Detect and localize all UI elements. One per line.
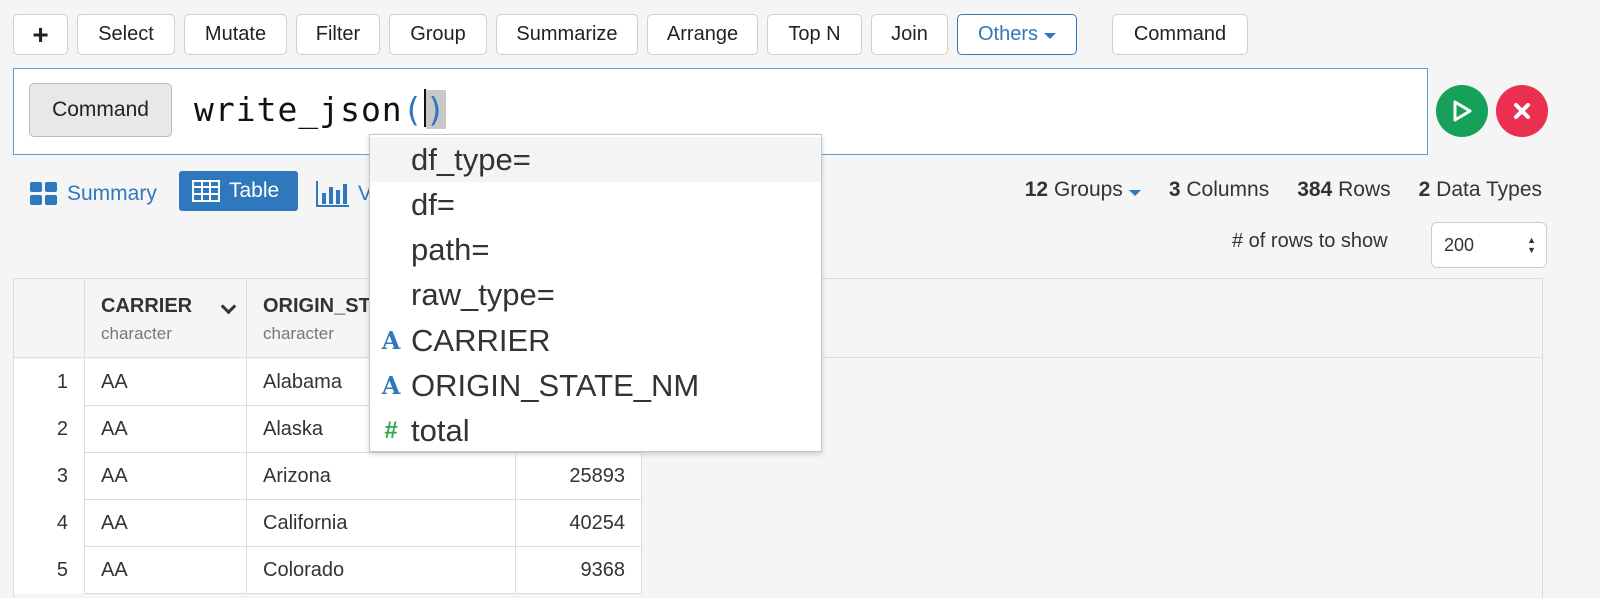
columns-label: Columns: [1186, 178, 1270, 201]
bar-chart-icon: [316, 181, 349, 207]
suggestion-label: total: [411, 412, 470, 448]
others-label: Others: [977, 23, 1039, 45]
table-icon: [192, 180, 220, 202]
suggestion-label: CARRIER: [411, 322, 551, 358]
group-button[interactable]: Group: [389, 14, 487, 55]
suggestion-item[interactable]: A ORIGIN_STATE_NM: [370, 363, 821, 408]
suggestion-label: path=: [411, 231, 490, 267]
rows-to-show-select[interactable]: 200 ▲ ▼: [1431, 222, 1547, 268]
summary-view-tab[interactable]: Summary: [30, 180, 157, 208]
viz-view-tab[interactable]: V: [316, 180, 372, 208]
close-paren: ): [425, 90, 447, 129]
summarize-button[interactable]: Summarize: [496, 14, 638, 55]
command-mode-button[interactable]: Command: [1112, 14, 1248, 55]
column-header-origin-state[interactable]: ORIGIN_ST character: [247, 279, 377, 358]
rows-to-show-label: # of rows to show: [1232, 230, 1388, 252]
columns-stat: 3 Columns: [1169, 178, 1269, 202]
suggestion-label: raw_type=: [411, 276, 555, 312]
groups-label: Groups: [1053, 178, 1123, 201]
grid-icon: [30, 182, 57, 205]
suggestion-item[interactable]: path=: [370, 227, 821, 272]
column-name: ORIGIN_ST: [263, 295, 371, 317]
rows-stat: 384 Rows: [1297, 178, 1390, 202]
open-paren: (: [402, 90, 424, 129]
summary-tab-label: Summary: [67, 182, 157, 205]
row-index: 2: [14, 406, 85, 453]
suggestion-item[interactable]: A CARRIER: [370, 318, 821, 363]
total-cell: 9368: [516, 547, 642, 594]
command-label-button[interactable]: Command: [29, 83, 172, 137]
caret-down-icon: [1044, 33, 1057, 39]
select-arrows-icon: ▲ ▼: [1527, 235, 1536, 255]
columns-count: 3: [1168, 178, 1181, 201]
table-view-tab[interactable]: Table: [179, 171, 298, 211]
suggestion-label: ORIGIN_STATE_NM: [411, 367, 700, 403]
add-step-button[interactable]: +: [13, 14, 68, 55]
state-cell: Colorado: [247, 547, 516, 594]
table-row: 4 AA California 40254: [14, 500, 642, 547]
index-header: [14, 279, 85, 358]
data-types-count: 2: [1418, 178, 1431, 201]
column-type: character: [263, 324, 334, 343]
carrier-cell: AA: [85, 359, 247, 406]
total-cell: 25893: [516, 453, 642, 500]
plus-icon: +: [32, 18, 49, 50]
mutate-button[interactable]: Mutate: [184, 14, 287, 55]
groups-stat[interactable]: 12 Groups: [1025, 178, 1141, 202]
command-function-name: write_json: [194, 90, 403, 129]
rows-count: 384: [1297, 178, 1333, 201]
table-tab-label: Table: [229, 179, 280, 202]
select-button[interactable]: Select: [77, 14, 175, 55]
rows-to-show-value: 200: [1444, 234, 1475, 255]
numeric-type-icon: #: [384, 416, 398, 444]
table-row: 3 AA Arizona 25893: [14, 453, 642, 500]
row-index: 5: [14, 547, 85, 594]
row-index: 1: [14, 359, 85, 406]
filter-button[interactable]: Filter: [296, 14, 380, 55]
caret-down-icon: [1128, 190, 1141, 196]
play-icon: [1453, 100, 1472, 122]
command-input-text[interactable]: write_json(): [194, 89, 447, 129]
row-index: 4: [14, 500, 85, 547]
carrier-cell: AA: [85, 406, 247, 453]
carrier-cell: AA: [85, 453, 247, 500]
suggestion-label: df_type=: [411, 141, 531, 177]
autocomplete-popup: df_type= df= path= raw_type= A CARRIER A…: [369, 134, 822, 452]
character-type-icon: A: [381, 371, 401, 400]
data-stats: 12 Groups 3 Columns 384 Rows 2 Data Type…: [1025, 178, 1542, 202]
data-types-label: Data Types: [1436, 178, 1542, 201]
table-row: 5 AA Colorado 9368: [14, 547, 642, 594]
rows-label: Rows: [1338, 178, 1391, 201]
column-header-carrier[interactable]: CARRIER character: [85, 279, 247, 358]
state-cell: Arizona: [247, 453, 516, 500]
suggestion-item[interactable]: # total: [370, 408, 821, 453]
run-command-button[interactable]: [1436, 85, 1488, 137]
carrier-cell: AA: [85, 547, 247, 594]
suggestion-label: df=: [411, 186, 455, 222]
suggestion-item[interactable]: df_type=: [370, 137, 821, 182]
top-n-button[interactable]: Top N: [767, 14, 862, 55]
groups-count: 12: [1024, 178, 1049, 201]
character-type-icon: A: [381, 326, 401, 355]
join-button[interactable]: Join: [871, 14, 948, 55]
suggestion-item[interactable]: df=: [370, 182, 821, 227]
cancel-command-button[interactable]: [1496, 85, 1548, 137]
column-type: character: [101, 324, 172, 343]
carrier-cell: AA: [85, 500, 247, 547]
data-types-stat: 2 Data Types: [1419, 178, 1542, 202]
arrange-button[interactable]: Arrange: [647, 14, 758, 55]
others-dropdown-button[interactable]: Others: [957, 14, 1077, 55]
state-cell: California: [247, 500, 516, 547]
row-index: 3: [14, 453, 85, 500]
suggestion-item[interactable]: raw_type=: [370, 272, 821, 317]
total-cell: 40254: [516, 500, 642, 547]
close-icon: [1514, 103, 1530, 119]
